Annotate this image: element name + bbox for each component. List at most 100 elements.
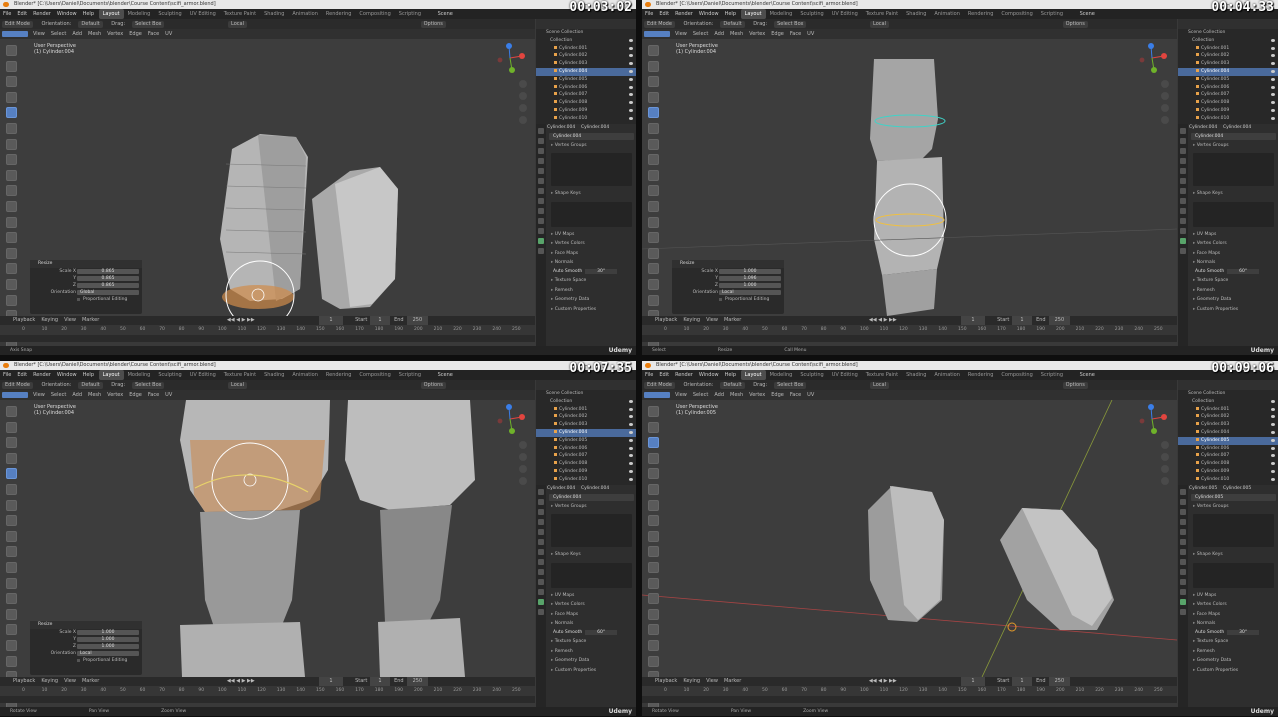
auto-smooth-angle-field[interactable]: 60° [585, 630, 618, 636]
custom-properties-section[interactable]: Custom Properties [1189, 305, 1278, 314]
tab-shading[interactable]: Shading [260, 9, 288, 19]
menu-view[interactable]: View [30, 29, 48, 39]
tab-scripting[interactable]: Scripting [395, 9, 425, 19]
uv-maps-section[interactable]: UV Maps [1189, 230, 1278, 239]
tab-animation[interactable]: Animation [930, 370, 964, 380]
geometry-data-section[interactable]: Geometry Data [547, 656, 636, 665]
cursor-tool-icon[interactable] [648, 60, 659, 72]
world-props-icon[interactable] [538, 178, 544, 184]
vertex-groups-list[interactable] [1193, 153, 1274, 187]
eye-icon[interactable] [1271, 423, 1275, 427]
menu-edit[interactable]: Edit [14, 370, 30, 380]
current-frame-field[interactable]: 1 [319, 677, 343, 686]
knife-tool-icon[interactable] [648, 608, 659, 620]
output-props-icon[interactable] [1180, 509, 1186, 515]
spin-tool-icon[interactable] [648, 278, 659, 290]
scene-selector[interactable]: Scene [1077, 9, 1098, 19]
outliner-item[interactable]: Cylinder.007 [1178, 452, 1278, 460]
options-dropdown[interactable]: Options [1062, 21, 1088, 28]
options-dropdown[interactable]: Options [420, 21, 446, 28]
mode-dropdown[interactable]: Edit Mode [644, 382, 675, 389]
outliner-item[interactable]: Cylinder.007 [1178, 91, 1278, 99]
custom-properties-section[interactable]: Custom Properties [547, 666, 636, 675]
rotate-tool-icon[interactable] [6, 91, 17, 103]
collection-row[interactable]: Collection [536, 398, 636, 406]
texture-space-section[interactable]: Texture Space [1189, 276, 1278, 285]
outliner-item[interactable]: Cylinder.004 [1178, 67, 1278, 76]
eye-icon[interactable] [629, 430, 633, 434]
outliner-item[interactable]: Cylinder.007 [536, 91, 636, 99]
menu-marker[interactable]: Marker [79, 677, 102, 686]
tab-uv-editing[interactable]: UV Editing [186, 9, 220, 19]
smooth-tool-icon[interactable] [648, 655, 659, 667]
outliner-item[interactable]: Cylinder.010 [536, 115, 636, 123]
menu-keying[interactable]: Keying [38, 316, 61, 325]
menu-render[interactable]: Render [30, 9, 54, 19]
annotate-tool-icon[interactable] [6, 138, 17, 150]
cursor-tool-icon[interactable] [648, 421, 659, 433]
face-maps-section[interactable]: Face Maps [547, 610, 636, 619]
frame-ruler[interactable]: 0 10 20 30 40 50 60 70 80 90 100 110 120 130 140 150 160… [0, 686, 535, 696]
zoom-icon[interactable] [1161, 80, 1169, 88]
render-props-icon[interactable] [538, 499, 544, 505]
menu-help[interactable]: Help [80, 370, 97, 380]
remesh-section[interactable]: Remesh [547, 647, 636, 656]
select-mode-buttons[interactable] [2, 30, 28, 37]
eye-icon[interactable] [629, 69, 633, 73]
vertex-groups-list[interactable] [1193, 514, 1274, 548]
vertex-colors-section[interactable]: Vertex Colors [1189, 600, 1278, 609]
auto-smooth-angle-field[interactable]: 60° [1227, 269, 1260, 275]
eye-icon[interactable] [629, 54, 633, 58]
grid-toggle-icon[interactable] [519, 116, 527, 124]
tab-layout[interactable]: Layout [98, 9, 124, 19]
end-frame-field[interactable]: 250 [1048, 316, 1071, 325]
playback-controls[interactable]: ◀◀ ◀ ▶ ▶▶ [866, 677, 900, 686]
eye-icon[interactable] [1271, 54, 1275, 58]
grid-toggle-icon[interactable] [1161, 116, 1169, 124]
proportional-checkbox[interactable] [719, 298, 722, 301]
shape-keys-list[interactable] [551, 562, 632, 588]
mode-dropdown[interactable]: Edit Mode [644, 21, 675, 28]
menu-add[interactable]: Add [69, 29, 85, 39]
eye-icon[interactable] [629, 116, 633, 120]
add-cube-tool-icon[interactable] [6, 530, 17, 542]
annotate-tool-icon[interactable] [648, 138, 659, 150]
menu-select[interactable]: Select [690, 29, 711, 39]
tab-animation[interactable]: Animation [288, 9, 322, 19]
transform-tool-icon[interactable] [6, 483, 17, 495]
eye-icon[interactable] [629, 46, 633, 50]
3d-viewport[interactable] [642, 400, 1177, 677]
scale-tool-icon[interactable] [6, 107, 17, 119]
outliner-item[interactable]: Cylinder.002 [536, 413, 636, 421]
shape-keys-section[interactable]: Shape Keys [1189, 189, 1278, 198]
eye-icon[interactable] [1271, 38, 1275, 42]
eye-icon[interactable] [1271, 85, 1275, 89]
bevel-tool-icon[interactable] [6, 216, 17, 228]
eye-icon[interactable] [1271, 93, 1275, 97]
inset-tool-icon[interactable] [6, 200, 17, 212]
add-cube-tool-icon[interactable] [648, 530, 659, 542]
object-props-icon[interactable] [538, 549, 544, 555]
start-frame-field[interactable]: 1 [1012, 316, 1032, 325]
drag-dropdown[interactable]: Select Box [774, 21, 807, 28]
camera-view-icon[interactable] [519, 104, 527, 112]
orientation-field[interactable]: Global [77, 290, 139, 295]
options-dropdown[interactable]: Options [420, 382, 446, 389]
normals-section[interactable]: Normals [547, 258, 636, 267]
camera-view-icon[interactable] [1161, 104, 1169, 112]
move-tool-icon[interactable] [648, 437, 659, 449]
menu-render[interactable]: Render [30, 370, 54, 380]
current-frame-field[interactable]: 1 [961, 316, 985, 325]
transform-space-dropdown[interactable]: Local [228, 382, 247, 389]
tab-uv-editing[interactable]: UV Editing [828, 9, 862, 19]
menu-render[interactable]: Render [672, 9, 696, 19]
normals-section[interactable]: Normals [1189, 258, 1278, 267]
loop-cut-tool-icon[interactable] [6, 232, 17, 244]
eye-icon[interactable] [1271, 454, 1275, 458]
outliner-item[interactable]: Cylinder.001 [1178, 406, 1278, 414]
scene-props-icon[interactable] [538, 529, 544, 535]
eye-icon[interactable] [1271, 108, 1275, 112]
physics-props-icon[interactable] [1180, 218, 1186, 224]
world-props-icon[interactable] [1180, 178, 1186, 184]
tool-props-icon[interactable] [1180, 128, 1186, 134]
